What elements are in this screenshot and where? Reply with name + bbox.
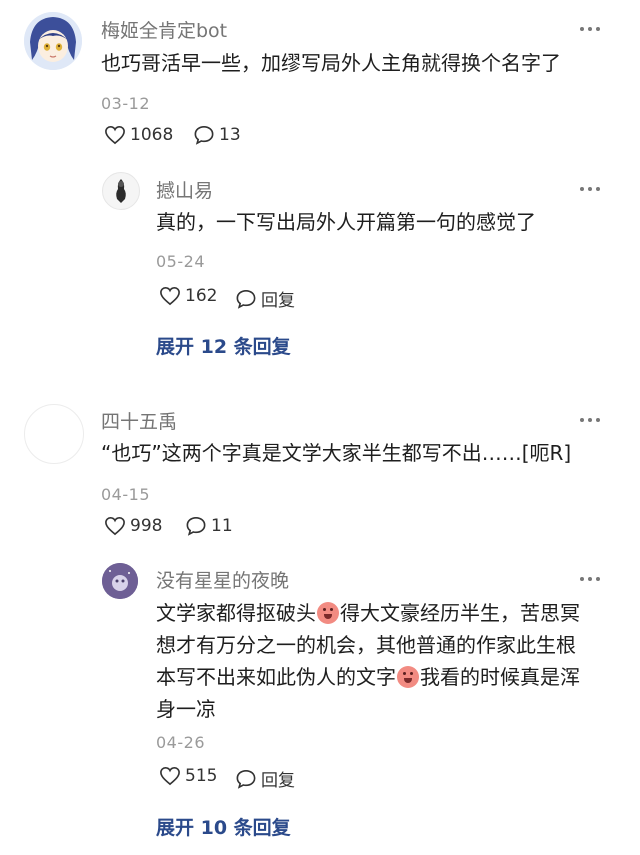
reply-label: 回复 (261, 291, 295, 311)
speech-bubble-icon (194, 125, 214, 145)
reply-count-button[interactable]: 11 (185, 516, 233, 536)
reply-count: 11 (211, 516, 233, 536)
heart-outline-icon (160, 766, 180, 786)
expand-replies-link[interactable]: 展开 12 条回复 (156, 332, 291, 359)
reply-button[interactable]: 回复 (235, 766, 295, 791)
reply-text: 真的，一下写出局外人开篇第一句的感觉了 (156, 210, 536, 234)
reply-button[interactable]: 回复 (235, 286, 295, 311)
reply-username[interactable]: 没有星星的夜晚 (156, 566, 289, 593)
comment-date: 03-12 (101, 94, 150, 113)
comment-username[interactable]: 梅姬全肯定bot (101, 16, 227, 43)
reply-date: 05-24 (156, 252, 205, 271)
speech-bubble-icon (236, 769, 256, 789)
avatar[interactable] (102, 172, 140, 210)
reply-username[interactable]: 撼山易 (156, 176, 213, 203)
more-dots-icon[interactable] (580, 577, 600, 581)
like-count: 998 (130, 516, 163, 536)
figure-avatar-icon (116, 179, 126, 203)
like-count: 515 (185, 766, 218, 786)
expand-replies-link[interactable]: 展开 10 条回复 (156, 813, 291, 840)
reply-count-button[interactable]: 13 (193, 125, 241, 145)
like-count: 162 (185, 286, 218, 306)
comment-text: 也巧哥活早一些，加缪写局外人主角就得换个名字了 (101, 51, 561, 75)
like-button[interactable]: 162 (159, 286, 217, 306)
night-avatar-icon (102, 563, 138, 599)
heart-outline-icon (160, 286, 180, 306)
reply-text-line: 本写不出来如此伪人的文字 我看的时候真是浑 (156, 665, 580, 689)
reply-text: 文学家都得抠破头 得大文豪经历半生，苦思冥 想才有万分之一的机会，其他普通的作家此… (156, 597, 580, 725)
heart-outline-icon (105, 125, 125, 145)
speech-bubble-icon (236, 289, 256, 309)
like-button[interactable]: 998 (104, 516, 162, 536)
reply-count: 13 (219, 125, 241, 145)
avatar[interactable] (24, 12, 82, 70)
comment-username[interactable]: 四十五禹 (101, 407, 177, 434)
comment-text: “也巧”这两个字真是文学大家半生都写不出……[呃R] (101, 441, 572, 465)
like-button[interactable]: 515 (159, 766, 217, 786)
crying-face-emoji-icon (317, 602, 339, 624)
speech-bubble-icon (186, 516, 206, 536)
like-count: 1068 (130, 125, 174, 145)
crying-face-emoji-icon (397, 666, 419, 688)
more-dots-icon[interactable] (580, 27, 600, 31)
reply-label: 回复 (261, 771, 295, 791)
reply-text-line: 想才有万分之一的机会，其他普通的作家此生根 (156, 633, 576, 657)
reply-text-line: 身一凉 (156, 697, 216, 721)
reply-date: 04-26 (156, 733, 205, 752)
reply-text-line: 文学家都得抠破头 得大文豪经历半生，苦思冥 (156, 601, 580, 625)
heart-outline-icon (105, 516, 125, 536)
more-dots-icon[interactable] (580, 418, 600, 422)
avatar[interactable] (102, 563, 138, 599)
anime-avatar-icon (24, 12, 82, 70)
avatar[interactable] (24, 404, 84, 464)
comment-date: 04-15 (101, 485, 150, 504)
like-button[interactable]: 1068 (104, 125, 173, 145)
more-dots-icon[interactable] (580, 187, 600, 191)
